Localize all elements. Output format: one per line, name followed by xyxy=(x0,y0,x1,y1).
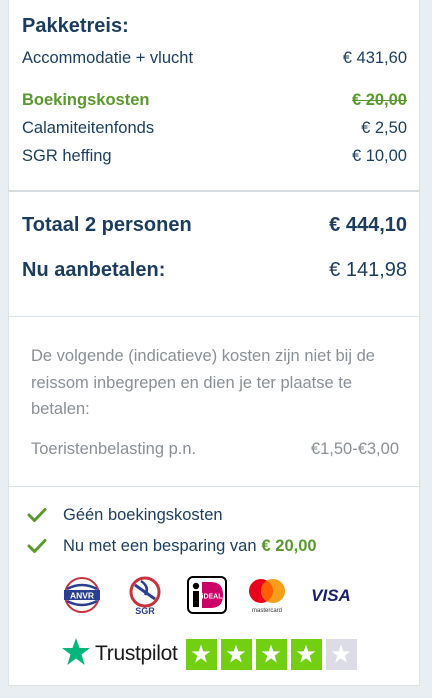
price-row-value-struck: € 20,00 xyxy=(351,90,407,109)
sgr-logo-text: SGR xyxy=(135,606,155,615)
star-filled-icon xyxy=(220,638,252,670)
benefit-item: Géén boekingskosten xyxy=(25,503,223,527)
price-row-accommodation: Accommodatie + vlucht € 431,60 xyxy=(22,47,407,69)
price-row-booking-costs: Boekingskosten € 20,00 xyxy=(22,89,407,111)
price-row-label: Calamiteitenfonds xyxy=(22,118,155,137)
deposit-label: Nu aanbetalen: xyxy=(22,258,166,281)
price-row-value: € 10,00 xyxy=(351,146,407,165)
price-row-calamity-fund: Calamiteitenfonds € 2,50 xyxy=(22,117,407,139)
anvr-logo-text: ANVR xyxy=(70,591,94,601)
ideal-logo: iDEAL xyxy=(186,575,228,615)
price-summary-card: Pakketreis: Accommodatie + vlucht € 431,… xyxy=(8,0,420,686)
star-filled-icon xyxy=(255,638,287,670)
price-row-label: Boekingskosten xyxy=(22,90,150,109)
benefit-item: Nu met een besparing van € 20,00 xyxy=(25,534,317,558)
price-row-label: Accommodatie + vlucht xyxy=(22,48,194,67)
checkmark-icon xyxy=(25,503,49,527)
trustpilot-star-icon xyxy=(61,637,91,672)
total-value: € 444,10 xyxy=(329,213,407,236)
benefit-text: Nu met een besparing van xyxy=(63,536,257,555)
tourist-tax-label: Toeristenbelasting p.n. xyxy=(31,439,197,458)
price-row-label: SGR heffing xyxy=(22,146,112,165)
extra-costs-section: De volgende (indicatieve) kosten zijn ni… xyxy=(9,316,419,486)
visa-logo-text: VISA xyxy=(311,586,351,605)
star-filled-icon xyxy=(290,638,322,670)
total-label: Totaal 2 personen xyxy=(22,213,192,236)
price-row-sgr: SGR heffing € 10,00 xyxy=(22,145,407,167)
price-row-value: € 2,50 xyxy=(361,118,407,137)
package-section: Pakketreis: Accommodatie + vlucht € 431,… xyxy=(9,0,419,190)
package-title: Pakketreis: xyxy=(22,15,129,37)
benefit-text: Géén boekingskosten xyxy=(63,505,223,524)
ideal-logo-text: iDEAL xyxy=(202,594,224,601)
trustpilot-name: Trustpilot xyxy=(95,642,178,665)
sgr-logo: SGR xyxy=(124,575,166,615)
section-divider xyxy=(9,190,419,192)
extra-costs-note: De volgende (indicatieve) kosten zijn ni… xyxy=(31,347,375,418)
star-empty-icon xyxy=(325,638,357,670)
anvr-logo: ANVR xyxy=(61,575,103,615)
total-row: Totaal 2 personen € 444,10 xyxy=(22,211,407,239)
trustpilot-stars xyxy=(185,638,361,670)
visa-logo: VISA xyxy=(307,575,355,615)
benefits-section: Géén boekingskosten Nu met een besparing… xyxy=(9,486,419,686)
price-row-value: € 431,60 xyxy=(342,48,407,67)
trustpilot-rating[interactable]: Trustpilot xyxy=(61,637,361,671)
benefit-amount: € 20,00 xyxy=(261,536,317,555)
star-filled-icon xyxy=(185,638,217,670)
mastercard-logo-text: mastercard xyxy=(252,608,282,614)
checkmark-icon xyxy=(25,534,49,558)
mastercard-logo: mastercard xyxy=(244,575,290,615)
tourist-tax-value: €1,50-€3,00 xyxy=(310,439,399,458)
tourist-tax-row: Toeristenbelasting p.n. €1,50-€3,00 xyxy=(31,437,399,461)
deposit-value: € 141,98 xyxy=(329,258,407,281)
deposit-row: Nu aanbetalen: € 141,98 xyxy=(22,256,407,284)
payment-logos: ANVR SGR iDEAL mastercard VISA xyxy=(61,575,361,615)
